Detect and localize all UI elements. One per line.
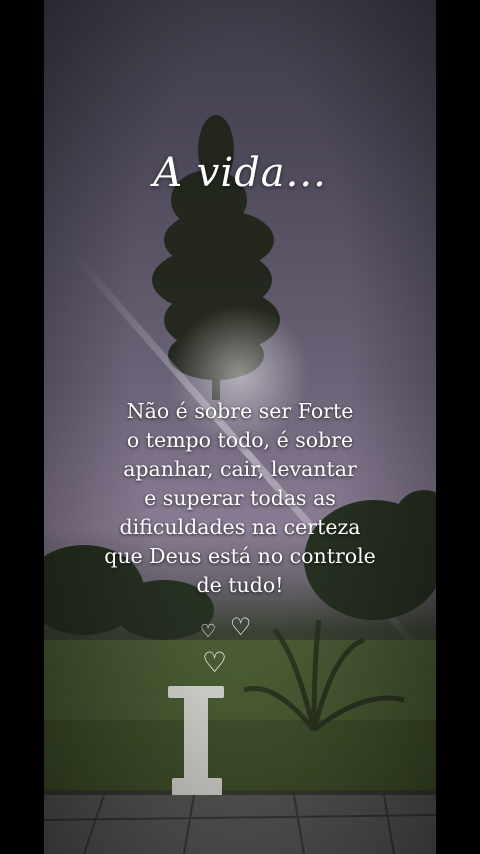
quote-line: que Deus está no controle	[104, 544, 376, 568]
background-photo: A vida... Não é sobre ser Forte o tempo …	[44, 0, 436, 854]
quote-line: e superar todas as	[144, 486, 336, 510]
quote-line: Não é sobre ser Forte	[126, 399, 354, 423]
heart-outline-icon: ♡	[200, 621, 217, 642]
quote-line: dificuldades na certeza	[119, 515, 361, 539]
hearts-decoration: ♡ ♡ ♡	[194, 615, 284, 685]
quote-line: apanhar, cair, levantar	[123, 457, 357, 481]
heart-outline-icon: ♡	[230, 613, 252, 641]
post-title: A vida...	[153, 150, 327, 196]
quote-line: de tudo!	[196, 573, 284, 597]
quote-line: o tempo todo, é sobre	[126, 428, 354, 452]
quote-text: Não é sobre ser Forte o tempo todo, é so…	[44, 397, 436, 600]
heart-outline-icon: ♡	[202, 646, 228, 679]
story-frame: A vida... Não é sobre ser Forte o tempo …	[0, 0, 480, 854]
